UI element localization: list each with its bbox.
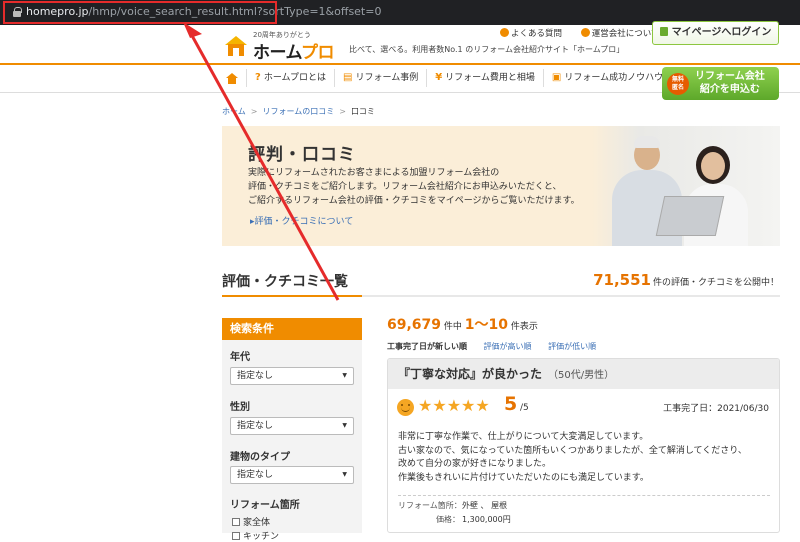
nav-about[interactable]: ? ホームプロとは [246, 69, 334, 87]
hero-description: 実際にリフォームされたお客さまによる加盟リフォーム会社の 評価・クチコミをご紹介… [248, 168, 580, 206]
breadcrumb: ホーム > リフォームの口コミ > 口コミ [222, 107, 375, 116]
site-logo[interactable]: 20周年ありがとう ホームプロ [223, 30, 353, 63]
completion-date: 工事完了日：2021/06/30 [663, 404, 769, 414]
breadcrumb-reviews[interactable]: リフォームの口コミ [262, 107, 334, 116]
sort-lowest[interactable]: 評価が低い順 [548, 342, 596, 351]
star-rating: ★★★★★ [418, 396, 490, 415]
review-score: 5 [504, 393, 518, 415]
result-count: 69,679 件中 1〜10 件表示 [387, 317, 538, 333]
nav-cost[interactable]: ¥ リフォーム費用と相場 [426, 69, 543, 87]
breadcrumb-home[interactable]: ホーム [222, 107, 246, 116]
info-icon [580, 28, 590, 37]
reform-place-label: リフォーム箇所 [230, 500, 300, 511]
total-reviews: 71,551 件の評価・クチコミを公開中！ [593, 271, 779, 289]
faq-link[interactable]: よくある質問 [500, 28, 570, 39]
annotation-highlight-box [3, 1, 277, 24]
document-icon: ▣ [551, 72, 562, 83]
breadcrumb-current: 口コミ [350, 107, 375, 116]
logo-name: ホームプロ [253, 43, 334, 63]
mypage-login-button[interactable]: マイページへログイン [652, 21, 779, 45]
sort-options: 工事完了日が新しい順 評価が高い順 評価が低い順 [387, 341, 610, 352]
section-divider [222, 295, 780, 297]
home-icon [226, 72, 238, 84]
global-nav: ? ホームプロとは ▤ リフォーム事例 ¥ リフォーム費用と相場 ▣ リフォーム成功ノウ… [222, 63, 671, 93]
cta-label: リフォーム会社 紹介を申込む [695, 71, 765, 95]
review-divider [398, 495, 770, 496]
review-title[interactable]: 『丁寧な対応』が良かった （50代/男性） [388, 359, 779, 389]
review-card[interactable]: 『丁寧な対応』が良かった （50代/男性） ★★★★★ 5 /5 工事完了日：20… [387, 358, 780, 533]
company-referral-cta-button[interactable]: 無料 匿名 リフォーム会社 紹介を申込む [662, 67, 779, 100]
gender-select[interactable]: 指定なし [230, 417, 354, 435]
book-icon: ▤ [343, 72, 353, 83]
about-reviews-link[interactable]: ▸評価・クチコミについて [250, 214, 353, 227]
site-tagline: 比べて、選べる。利用者数No.1 のリフォーム会社紹介サイト「ホームプロ」 [349, 45, 625, 54]
hero-banner: 評判・口コミ 実際にリフォームされたお客さまによる加盟リフォーム会社の 評価・ク… [222, 126, 780, 246]
yen-icon: ¥ [435, 72, 443, 83]
sort-newest[interactable]: 工事完了日が新しい順 [387, 342, 467, 351]
building-type-select[interactable]: 指定なし [230, 466, 354, 484]
review-place: リフォーム箇所：外壁 、 屋根 [398, 501, 508, 510]
age-label: 年代 [230, 352, 250, 363]
gender-label: 性別 [230, 402, 250, 413]
question-icon [500, 28, 509, 37]
lock-icon [659, 27, 668, 36]
nav-home[interactable] [222, 69, 246, 87]
question-icon: ? [255, 72, 261, 83]
sort-highest[interactable]: 評価が高い順 [484, 342, 532, 351]
search-conditions-panel: 検索条件 年代 指定なし 性別 指定なし 建物のタイプ 指定なし リフォーム箇所… [222, 318, 362, 542]
review-price: 価格： 1,300,000円 [436, 515, 511, 524]
review-score-max: /5 [520, 403, 529, 413]
header-links: よくある質問 運営会社について [500, 27, 675, 39]
section-title: 評価・クチコミ一覧 [222, 274, 348, 290]
hero-photo [592, 126, 780, 246]
nav-cases[interactable]: ▤ リフォーム事例 [334, 69, 426, 87]
building-type-label: 建物のタイプ [230, 452, 290, 463]
review-body: 非常に丁寧な作業で、仕上がりについて大変満足しています。 古い家なので、気になっ… [398, 432, 747, 483]
house-logo-icon [225, 36, 247, 56]
smiley-face-icon [397, 399, 414, 416]
free-anonymous-badge: 無料 匿名 [667, 73, 689, 95]
place-whole-house-checkbox[interactable]: 家全体 [232, 515, 270, 528]
nav-knowhow[interactable]: ▣ リフォーム成功ノウハウ [542, 69, 671, 87]
place-kitchen-checkbox[interactable]: キッチン [232, 529, 279, 542]
age-select[interactable]: 指定なし [230, 367, 354, 385]
search-conditions-heading: 検索条件 [222, 318, 362, 340]
page-title: 評判・口コミ [248, 145, 356, 165]
